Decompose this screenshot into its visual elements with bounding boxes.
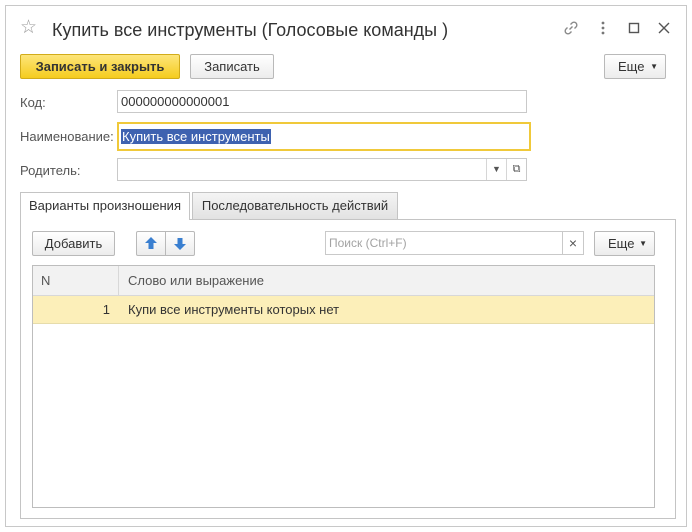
dropdown-arrow-icon[interactable]: ▼ — [486, 159, 506, 180]
close-icon[interactable] — [655, 20, 673, 38]
save-and-close-button[interactable]: Записать и закрыть — [20, 54, 180, 79]
tab-action-sequence[interactable]: Последовательность действий — [192, 192, 398, 219]
clear-search-button[interactable]: × — [562, 231, 584, 255]
table-more-button-label: Еще — [608, 236, 635, 251]
table-row[interactable]: 1 Купи все инструменты которых нет — [33, 296, 654, 324]
name-field[interactable]: Купить все инструменты — [117, 122, 531, 151]
name-label: Наименование: — [20, 129, 114, 144]
window-title: Купить все инструменты (Голосовые команд… — [52, 20, 449, 40]
parent-label: Родитель: — [20, 163, 81, 178]
save-button[interactable]: Записать — [190, 54, 274, 79]
maximize-icon[interactable] — [625, 20, 643, 38]
row-phrase: Купи все инструменты которых нет — [128, 302, 340, 317]
move-down-button[interactable] — [165, 231, 195, 256]
more-icon[interactable] — [594, 20, 612, 38]
parent-field[interactable]: ▼ ⧉ — [117, 158, 527, 181]
arrow-up-icon — [145, 237, 157, 249]
form-window: ☆ Купить все инструменты (Голосовые кома… — [5, 5, 687, 527]
star-icon[interactable]: ☆ — [20, 18, 37, 37]
title-bar: ☆ Купить все инструменты (Голосовые кома… — [6, 6, 686, 50]
column-header-n[interactable]: N — [41, 266, 50, 295]
code-label: Код: — [20, 95, 46, 110]
column-divider — [118, 266, 119, 295]
more-button-label: Еще — [618, 59, 645, 74]
row-number: 1 — [102, 302, 110, 317]
code-field[interactable]: 000000000000001 — [117, 90, 527, 113]
arrow-down-icon — [174, 238, 186, 250]
open-icon[interactable]: ⧉ — [506, 159, 526, 180]
more-button[interactable]: Еще ▼ — [604, 54, 666, 79]
chevron-down-icon: ▼ — [639, 239, 647, 248]
column-header-phrase[interactable]: Слово или выражение — [128, 266, 264, 295]
tab-panel: Добавить Поиск (Ctrl+F) × Еще ▼ N Слово … — [20, 219, 676, 519]
table-header: N Слово или выражение — [33, 266, 654, 296]
table-more-button[interactable]: Еще ▼ — [594, 231, 655, 256]
move-up-button[interactable] — [136, 231, 166, 256]
link-icon[interactable] — [562, 20, 580, 38]
chevron-down-icon: ▼ — [650, 62, 658, 71]
name-field-value: Купить все инструменты — [121, 129, 271, 144]
phrases-table[interactable]: N Слово или выражение 1 Купи все инструм… — [32, 265, 655, 508]
search-input[interactable]: Поиск (Ctrl+F) — [325, 231, 563, 255]
tab-pronunciation-variants[interactable]: Варианты произношения — [20, 192, 190, 220]
add-button[interactable]: Добавить — [32, 231, 115, 256]
